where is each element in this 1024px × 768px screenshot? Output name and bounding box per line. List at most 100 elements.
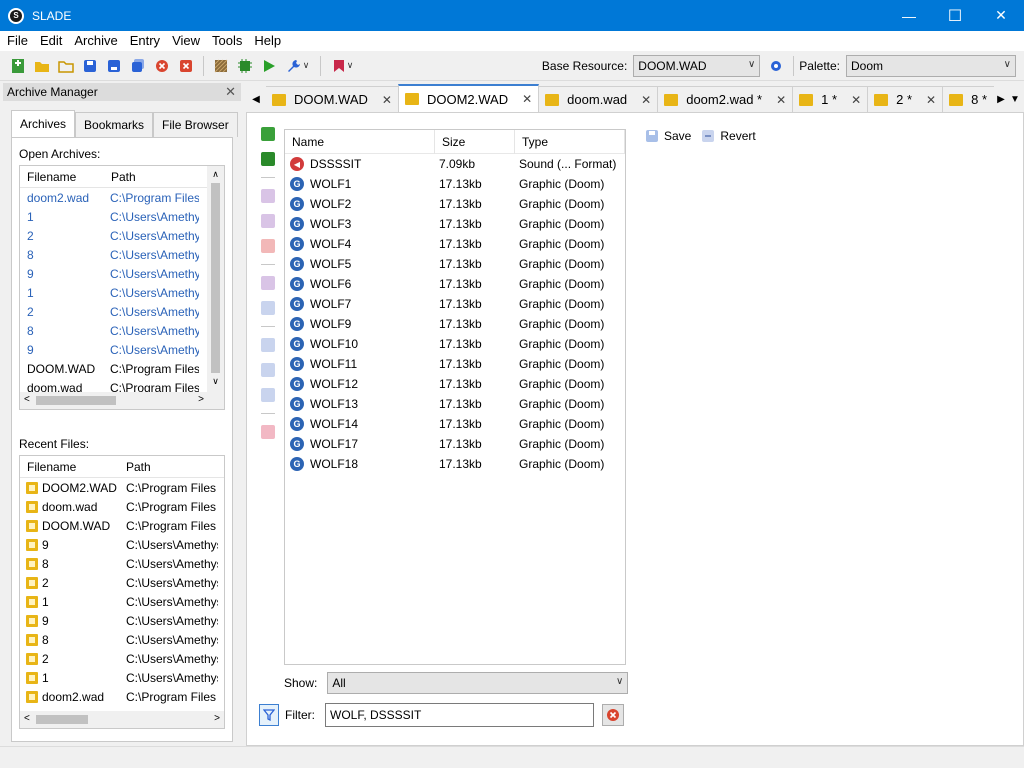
recent-file-row[interactable]: 2 C:\Users\Amethyst (20, 573, 224, 592)
entry-row[interactable]: G WOLF11 17.13kb Graphic (Doom) (285, 354, 625, 374)
recent-file-row[interactable]: doom.wad C:\Program Files (x (20, 497, 224, 516)
archive-tab[interactable]: 8 *✕ (942, 86, 994, 112)
entry-row[interactable]: G WOLF2 17.13kb Graphic (Doom) (285, 194, 625, 214)
open-archive-icon[interactable] (34, 58, 50, 74)
archive-tab[interactable]: 2 * ✕ (867, 86, 944, 112)
entry-row[interactable]: G WOLF17 17.13kb Graphic (Doom) (285, 434, 625, 454)
recent-file-row[interactable]: doom2.wad C:\Program Files (x (20, 687, 224, 706)
close-tab-icon[interactable]: ✕ (382, 93, 392, 107)
recent-file-row[interactable]: 8 C:\Users\Amethyst (20, 630, 224, 649)
new-entry-icon[interactable] (261, 127, 275, 141)
entry-row[interactable]: ◀ DSSSSIT 7.09kb Sound (... Format) (285, 154, 625, 174)
tab-list-dropdown-icon[interactable]: ▼ (1008, 86, 1022, 112)
texture-editor-icon[interactable] (213, 58, 229, 74)
maximize-button[interactable]: ☐ (932, 0, 978, 31)
entry-row[interactable]: G WOLF1 17.13kb Graphic (Doom) (285, 174, 625, 194)
col-size[interactable]: Size (435, 129, 515, 154)
chevron-left-icon[interactable]: < (24, 713, 30, 724)
open-archive-row[interactable]: 8 C:\Users\Amethyst (20, 321, 224, 340)
entry-row[interactable]: G WOLF18 17.13kb Graphic (Doom) (285, 454, 625, 474)
close-archive-icon[interactable] (154, 58, 170, 74)
close-button[interactable]: ✕ (978, 0, 1024, 31)
rename-each-icon[interactable] (261, 214, 275, 228)
rename-icon[interactable] (261, 189, 275, 203)
close-tab-icon[interactable]: ✕ (926, 93, 936, 107)
archive-tab[interactable]: DOOM2.WAD ✕ (397, 84, 540, 112)
move-up-icon[interactable] (261, 338, 275, 352)
entry-row[interactable]: G WOLF14 17.13kb Graphic (Doom) (285, 414, 625, 434)
open-archive-row[interactable]: 1 C:\Users\Amethyst (20, 283, 224, 302)
close-tab-icon[interactable]: ✕ (641, 93, 651, 107)
col-path[interactable]: Path (119, 460, 151, 474)
recent-file-row[interactable]: 1 C:\Users\Amethyst (20, 592, 224, 611)
map-editor-icon[interactable] (237, 58, 253, 74)
archive-tab[interactable]: doom.wad ✕ (538, 86, 659, 112)
entry-row[interactable]: G WOLF13 17.13kb Graphic (Doom) (285, 394, 625, 414)
horizontal-scrollbar[interactable]: < > (20, 711, 224, 728)
recent-file-row[interactable]: 9 C:\Users\Amethyst (20, 535, 224, 554)
filter-funnel-icon[interactable] (259, 704, 279, 726)
open-archive-row[interactable]: 8 C:\Users\Amethyst (20, 245, 224, 264)
tab-file-browser[interactable]: File Browser (153, 112, 238, 137)
clear-filter-button[interactable] (602, 704, 624, 726)
tab-bookmarks[interactable]: Bookmarks (75, 112, 154, 137)
move-down-icon[interactable] (261, 363, 275, 377)
col-type[interactable]: Type (515, 129, 625, 154)
menu-view[interactable]: View (166, 31, 206, 51)
menu-edit[interactable]: Edit (34, 31, 68, 51)
entry-row[interactable]: G WOLF6 17.13kb Graphic (Doom) (285, 274, 625, 294)
delete-icon[interactable] (261, 239, 275, 253)
recent-file-row[interactable]: 1 C:\Users\Amethyst (20, 668, 224, 687)
recent-file-row[interactable]: DOOM2.WAD C:\Program Files (x (20, 478, 224, 497)
scrollbar-thumb[interactable] (36, 715, 88, 724)
sort-icon[interactable] (261, 388, 275, 402)
tab-scroll-right-icon[interactable]: ▶ (994, 86, 1008, 112)
scrollbar-thumb[interactable] (36, 396, 116, 405)
chevron-right-icon[interactable]: > (214, 713, 220, 724)
open-archive-row[interactable]: 9 C:\Users\Amethyst (20, 340, 224, 359)
entry-row[interactable]: G WOLF7 17.13kb Graphic (Doom) (285, 294, 625, 314)
bookmark-icon[interactable] (261, 425, 275, 439)
open-archive-row[interactable]: 2 C:\Users\Amethyst (20, 226, 224, 245)
chevron-left-icon[interactable]: < (24, 394, 30, 405)
export-as-icon[interactable] (261, 301, 275, 315)
vertical-scrollbar[interactable]: ∧ ∨ (207, 166, 224, 409)
open-archive-row[interactable]: doom2.wad C:\Program Files (x (20, 188, 224, 207)
save-all-icon[interactable] (130, 58, 146, 74)
chevron-right-icon[interactable]: > (198, 394, 204, 405)
recent-files-list[interactable]: Filename Path DOOM2.WAD C:\Program Files … (19, 455, 225, 729)
entry-row[interactable]: G WOLF5 17.13kb Graphic (Doom) (285, 254, 625, 274)
close-tab-icon[interactable]: ✕ (851, 93, 861, 107)
save-entry-button[interactable]: Save (645, 129, 691, 143)
horizontal-scrollbar[interactable]: < > (20, 392, 208, 409)
new-archive-icon[interactable] (10, 58, 26, 74)
close-tab-icon[interactable]: ✕ (776, 93, 786, 107)
show-select[interactable]: All ∨ (327, 672, 629, 694)
filter-input[interactable]: WOLF, DSSSSIT (325, 703, 594, 727)
open-archive-row[interactable]: 1 C:\Users\Amethyst (20, 207, 224, 226)
close-panel-icon[interactable]: ✕ (225, 84, 236, 100)
save-as-icon[interactable] (106, 58, 122, 74)
chevron-down-icon[interactable]: ∨ (207, 373, 224, 390)
gear-icon[interactable] (768, 58, 784, 74)
run-icon[interactable] (261, 58, 277, 74)
entry-list[interactable]: Name Size Type ◀ DSSSSIT 7.09kb Sound (... … (284, 129, 626, 665)
export-icon[interactable] (261, 276, 275, 290)
recent-file-row[interactable]: DOOM.WAD C:\Program Files (x (20, 516, 224, 535)
col-filename[interactable]: Filename (20, 460, 119, 474)
revert-entry-button[interactable]: Revert (701, 129, 756, 143)
recent-file-row[interactable]: 2 C:\Users\Amethyst (20, 649, 224, 668)
menu-entry[interactable]: Entry (124, 31, 166, 51)
base-resource-select[interactable]: DOOM.WAD ∨ (633, 54, 761, 77)
menu-tools[interactable]: Tools (206, 31, 248, 51)
tab-archives[interactable]: Archives (11, 110, 76, 137)
scrollbar-thumb[interactable] (211, 183, 220, 373)
open-archive-row[interactable]: 9 C:\Users\Amethyst (20, 264, 224, 283)
minimize-button[interactable]: — (886, 0, 932, 31)
bookmark-icon[interactable]: ∨ (330, 58, 356, 74)
recent-file-row[interactable]: 8 C:\Users\Amethyst (20, 554, 224, 573)
import-icon[interactable] (261, 152, 275, 166)
col-name[interactable]: Name (285, 129, 435, 154)
archive-tab[interactable]: DOOM.WAD ✕ (266, 86, 399, 112)
menu-archive[interactable]: Archive (68, 31, 123, 51)
